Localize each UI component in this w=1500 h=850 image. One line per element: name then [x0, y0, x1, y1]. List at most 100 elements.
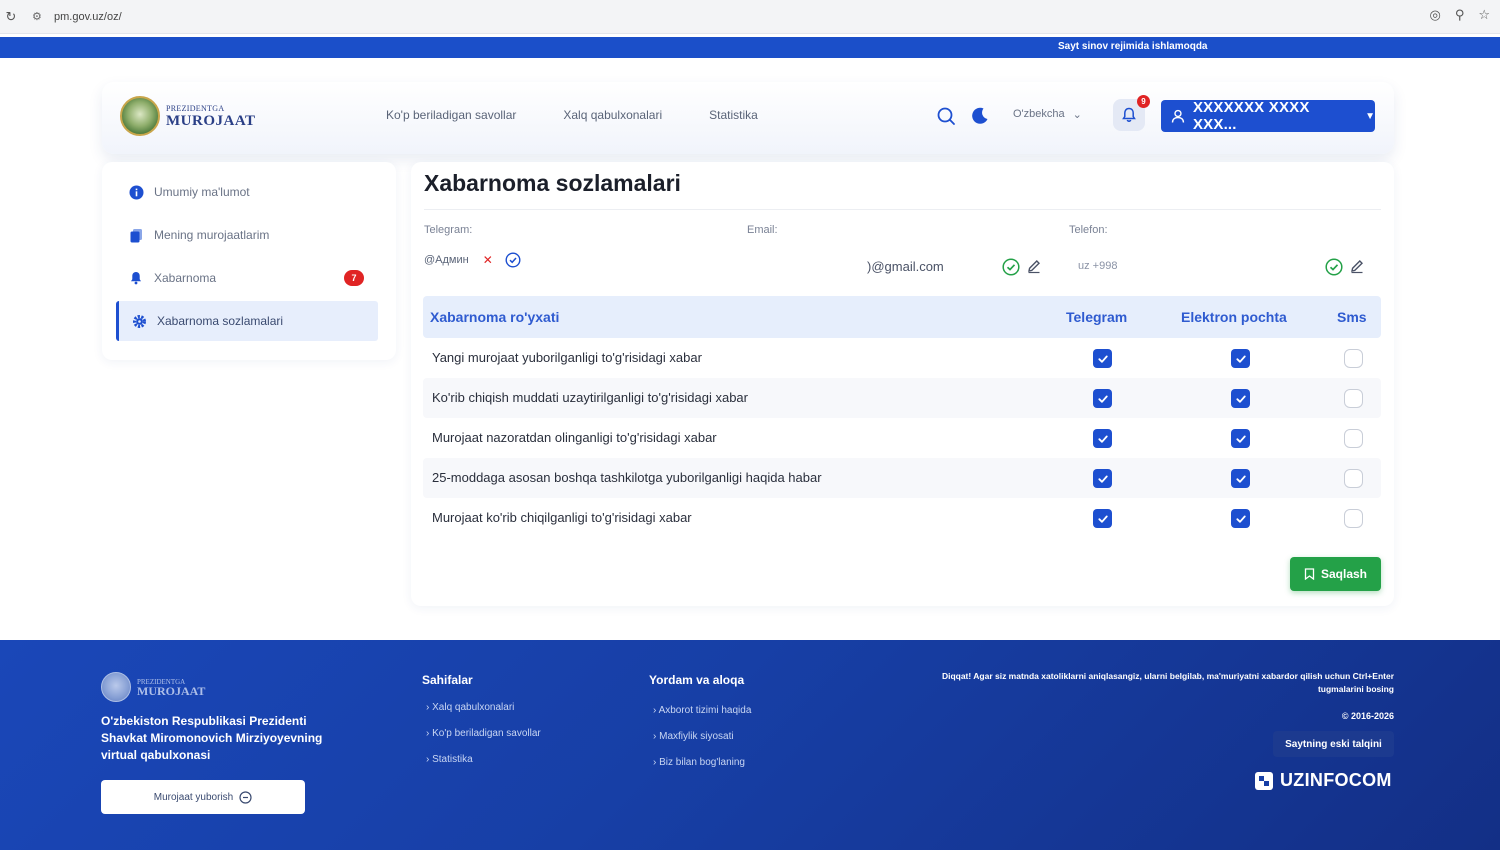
uzinfocom-logo-icon [1255, 771, 1273, 790]
footer-link-about-system[interactable]: › Axborot tizimi haqida [653, 705, 751, 716]
footer-link-faq[interactable]: › Ko'p beriladigan savollar [426, 728, 541, 739]
email-checkbox[interactable] [1231, 429, 1250, 448]
bookmark-star-icon[interactable]: ☆ [1478, 7, 1490, 23]
send-appeal-label: Murojaat yuborish [153, 791, 234, 803]
notification-type-label: Ko'rib chiqish muddati uzaytirilganligi … [432, 390, 748, 405]
checkmark-icon [1235, 355, 1246, 363]
eye-off-icon[interactable]: ◎ [1429, 7, 1440, 23]
old-site-button[interactable]: Saytning eski talqini [1273, 731, 1394, 757]
copyright: © 2016-2026 [1341, 711, 1394, 721]
logo-line2: MUROJAAT [166, 113, 256, 129]
sidebar-item-general-info[interactable]: Umumiy ma'lumot [116, 172, 378, 212]
phone-label: Telefon: [1069, 224, 1108, 236]
test-mode-text: Sayt sinov rejimida ishlamoqda [1058, 41, 1208, 52]
telegram-checkbox[interactable] [1093, 349, 1112, 368]
edit-pencil-icon[interactable] [1349, 258, 1365, 274]
footer-link-contact[interactable]: › Biz bilan bog'laning [653, 757, 745, 768]
column-header-list: Xabarnoma ro'yxati [430, 309, 560, 325]
telegram-checkbox[interactable] [1093, 469, 1112, 488]
page-title: Xabarnoma sozlamalari [424, 170, 681, 196]
sms-checkbox[interactable] [1344, 429, 1363, 448]
search-icon[interactable] [936, 106, 956, 126]
notification-type-label: Yangi murojaat yuborilganligi to'g'risid… [432, 350, 702, 365]
nav-faq[interactable]: Ko'p beriladigan savollar [386, 108, 516, 122]
chat-bubble-icon [239, 790, 252, 804]
checkmark-icon [1097, 355, 1108, 363]
sidebar-item-notifications[interactable]: Xabarnoma 7 [116, 258, 378, 298]
telegram-value: @Админ [424, 254, 469, 266]
test-mode-banner: Sayt sinov rejimida ishlamoqda [0, 37, 1500, 58]
sms-checkbox[interactable] [1344, 389, 1363, 408]
checkmark-icon [1235, 395, 1246, 403]
gear-icon [131, 313, 147, 329]
table-row: Murojaat nazoratdan olinganligi to'g'ris… [423, 418, 1381, 458]
error-report-note: Diqqat! Agar siz matnda xatoliklarni ani… [941, 671, 1394, 694]
checkmark-icon [1097, 515, 1108, 523]
zoom-icon[interactable]: ⚲ [1455, 7, 1465, 23]
email-checkbox[interactable] [1231, 389, 1250, 408]
column-header-sms: Sms [1337, 309, 1367, 325]
notifications-button[interactable]: 9 [1113, 95, 1150, 131]
edit-pencil-icon[interactable] [1026, 258, 1042, 274]
send-appeal-button[interactable]: Murojaat yuborish [101, 780, 305, 814]
site-logo[interactable]: PREZIDENTGA MUROJAAT [120, 96, 256, 136]
footer-link-statistics[interactable]: › Statistika [426, 754, 473, 765]
footer-help-title: Yordam va aloqa [649, 673, 745, 687]
logo-text: PREZIDENTGA MUROJAAT [166, 104, 256, 129]
footer-link-reception[interactable]: › Xalq qabulxonalari [426, 702, 514, 713]
sms-checkbox[interactable] [1344, 349, 1363, 368]
telegram-label: Telegram: [424, 224, 473, 236]
phone-value: uz +998 [1078, 260, 1118, 272]
verified-check-icon [1002, 258, 1020, 276]
site-settings-icon[interactable]: ⚙ [32, 10, 50, 23]
footer-logo[interactable]: PREZIDENTGA MUROJAAT [101, 672, 205, 702]
sms-checkbox[interactable] [1344, 469, 1363, 488]
user-menu-button[interactable]: XXXXXXX XXXX XXX... ▼ [1161, 99, 1375, 133]
check-circle-icon[interactable] [505, 252, 521, 268]
reload-icon[interactable]: ↻ [2, 9, 20, 25]
phone-actions [1325, 258, 1365, 276]
email-actions [1002, 258, 1042, 276]
profile-sidebar: Umumiy ma'lumot Mening murojaatlarim Xab… [102, 162, 396, 360]
site-header: PREZIDENTGA MUROJAAT Ko'p beriladigan sa… [102, 82, 1394, 154]
save-button[interactable]: Saqlash [1290, 557, 1381, 591]
nav-statistics[interactable]: Statistika [709, 108, 758, 122]
sidebar-item-label: Xabarnoma [154, 271, 217, 285]
telegram-checkbox[interactable] [1093, 429, 1112, 448]
state-emblem-icon [101, 672, 131, 702]
table-row: Ko'rib chiqish muddati uzaytirilganligi … [423, 378, 1381, 418]
checkmark-icon [1235, 475, 1246, 483]
notification-settings-card: Xabarnoma sozlamalari Telegram: Email: T… [411, 162, 1394, 606]
email-value: )@gmail.com [867, 259, 944, 274]
sidebar-item-notification-settings[interactable]: Xabarnoma sozlamalari [116, 301, 378, 341]
checkmark-icon [1097, 475, 1108, 483]
footer-description: O'zbekiston Respublikasi Prezidenti Shav… [101, 714, 323, 762]
site-footer: PREZIDENTGA MUROJAAT O'zbekiston Respubl… [0, 640, 1500, 850]
column-header-email: Elektron pochta [1181, 309, 1287, 325]
uzinfocom-brand[interactable]: UZINFOCOM [1254, 770, 1392, 791]
documents-icon [128, 227, 144, 243]
sms-checkbox[interactable] [1344, 509, 1363, 528]
telegram-checkbox[interactable] [1093, 509, 1112, 528]
language-select[interactable]: O'zbekcha ⌄ [1013, 108, 1082, 121]
footer-link-privacy[interactable]: › Maxfiylik siyosati [653, 731, 734, 742]
telegram-checkbox[interactable] [1093, 389, 1112, 408]
remove-telegram-icon[interactable]: ✕ [483, 253, 493, 267]
table-row: Yangi murojaat yuborilganligi to'g'risid… [423, 338, 1381, 378]
dark-mode-moon-icon[interactable] [970, 106, 990, 126]
nav-reception-offices[interactable]: Xalq qabulxonalari [563, 108, 662, 122]
table-header: Xabarnoma ro'yxati Telegram Elektron poc… [423, 296, 1381, 338]
main-nav: Ko'p beriladigan savollar Xalq qabulxona… [386, 108, 758, 122]
url-text[interactable]: pm.gov.uz/oz/ [54, 11, 122, 23]
email-checkbox[interactable] [1231, 509, 1250, 528]
sidebar-item-my-appeals[interactable]: Mening murojaatlarim [116, 215, 378, 255]
email-checkbox[interactable] [1231, 469, 1250, 488]
address-bar[interactable]: ⚙ pm.gov.uz/oz/ [32, 5, 122, 29]
sidebar-item-label: Xabarnoma sozlamalari [157, 314, 284, 328]
user-name: XXXXXXX XXXX XXX... [1192, 99, 1310, 133]
browser-bar: ↻ ⚙ pm.gov.uz/oz/ ◎ ⚲ ☆ [0, 0, 1500, 34]
email-checkbox[interactable] [1231, 349, 1250, 368]
checkmark-icon [1097, 395, 1108, 403]
sidebar-item-label: Mening murojaatlarim [154, 228, 270, 242]
chevron-down-icon: ▼ [1365, 110, 1375, 122]
